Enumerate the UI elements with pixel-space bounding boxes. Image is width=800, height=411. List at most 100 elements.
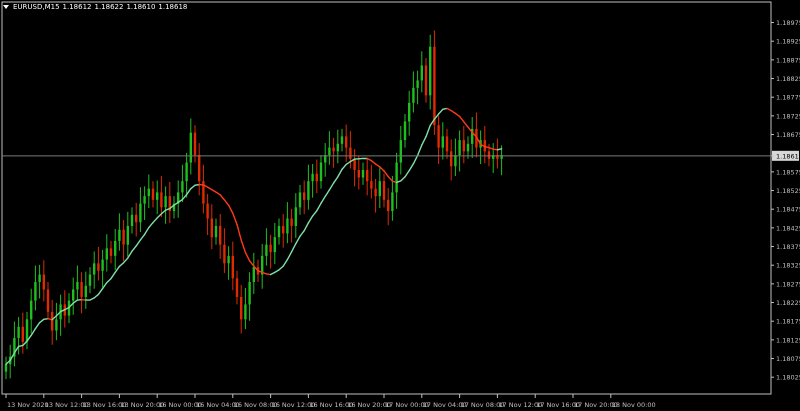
y-tick-label: 1.18125 <box>776 336 800 344</box>
ma-segment <box>135 239 142 247</box>
ohlc-high: 1.18622 <box>94 3 124 11</box>
ohlc-close: 1.18618 <box>158 3 188 11</box>
price-chart[interactable]: 1.18975 1.18925 1.18875 1.18825 1.18775 1.187… <box>0 0 800 411</box>
y-tick-label: 1.18025 <box>776 374 800 382</box>
candle-body <box>445 136 449 152</box>
candlestick-series <box>4 30 503 380</box>
ma-segment <box>282 258 289 267</box>
candle-body <box>72 289 75 301</box>
candle-body <box>328 147 331 156</box>
ma-segment <box>316 202 322 212</box>
candle-body <box>240 296 243 320</box>
candle-body <box>370 181 373 189</box>
ma-segment <box>30 327 37 337</box>
y-tick-label: 1.18575 <box>776 168 800 176</box>
candle-body <box>303 192 306 200</box>
plot-border <box>1 1 772 395</box>
candle-body <box>429 46 432 96</box>
candle-body <box>51 311 54 331</box>
ma-segment <box>227 204 234 214</box>
ma-segment <box>274 269 280 274</box>
candle-body <box>143 196 146 204</box>
candle-body <box>185 162 188 182</box>
candle-body <box>181 181 184 193</box>
candle-body <box>450 151 453 167</box>
ohlc-open: 1.18612 <box>62 3 92 11</box>
candle-body <box>38 274 41 282</box>
ma-segment <box>311 210 318 217</box>
ohlc-low: 1.18610 <box>126 3 156 11</box>
ma-segment <box>22 340 28 347</box>
ma-segment <box>379 166 385 172</box>
y-tick-label: 1.18725 <box>776 112 800 120</box>
candle-body <box>252 267 255 282</box>
candle-body <box>319 162 323 182</box>
ma-segment <box>89 297 95 301</box>
ma-segment <box>152 217 158 224</box>
x-tick-label: 18 Nov 00:00 <box>612 401 656 409</box>
ma-segment <box>425 124 431 138</box>
candle-body <box>277 226 281 238</box>
ma-segment <box>416 144 423 157</box>
candle-body <box>290 218 293 226</box>
candle-body <box>235 278 239 297</box>
candle-body <box>248 282 251 305</box>
candle-body <box>21 326 24 342</box>
ma-segment <box>454 112 461 118</box>
ma-segment <box>374 163 381 168</box>
ma-segment <box>211 188 217 193</box>
y-tick-label: 1.18775 <box>776 94 800 102</box>
ma-segment <box>97 287 104 296</box>
candle-body <box>458 140 461 156</box>
ma-segment <box>127 250 133 259</box>
candle-body <box>193 132 197 156</box>
y-tick-label: 1.18525 <box>776 187 800 195</box>
y-tick-label: 1.18475 <box>776 206 800 214</box>
ma-segment <box>324 189 331 198</box>
candle-body <box>122 229 125 245</box>
ma-segment <box>93 293 100 299</box>
ma-segment <box>34 321 41 330</box>
x-axis: 13 Nov 202013 Nov 12:0013 Nov 16:0013 No… <box>5 394 656 409</box>
candle-body <box>118 229 121 241</box>
ma-segment <box>278 265 284 271</box>
ma-segment <box>400 176 406 182</box>
ma-segment <box>421 136 427 146</box>
candle-body <box>164 196 167 208</box>
candle-body <box>374 188 377 197</box>
candle-body <box>147 188 150 197</box>
chart-frame <box>1 1 772 395</box>
candle-body <box>366 170 369 182</box>
ma-segment <box>190 184 196 190</box>
candle-body <box>416 80 419 88</box>
candle-body <box>399 140 402 163</box>
candle-body <box>357 170 360 178</box>
chart-menu-triangle-icon[interactable] <box>3 5 9 9</box>
candle-body <box>198 155 201 182</box>
ma-segment <box>131 245 137 252</box>
candle-body <box>42 274 45 290</box>
candle-body <box>282 226 285 234</box>
candle-body <box>454 155 457 167</box>
x-tick-label: 13 Nov 2020 <box>7 401 49 409</box>
y-tick-label: 1.18225 <box>776 299 800 307</box>
ma-segment <box>320 195 326 204</box>
ma-segment <box>232 212 238 226</box>
ma-segment <box>303 222 310 232</box>
ma-segment <box>328 182 335 191</box>
ma-segment <box>341 163 347 171</box>
candle-body <box>139 203 142 223</box>
ma-segment <box>387 175 394 182</box>
candle-body <box>109 248 113 256</box>
candle-body <box>80 282 83 297</box>
ma-segment <box>446 107 452 112</box>
ma-segment <box>370 159 377 165</box>
candle-body <box>332 147 335 152</box>
candle-body <box>46 289 50 312</box>
candle-body <box>114 240 117 256</box>
candle-body <box>244 304 247 320</box>
ma-segment <box>106 277 112 284</box>
candle-body <box>361 170 365 178</box>
ma-segment <box>219 194 226 201</box>
candle-body <box>420 65 423 81</box>
